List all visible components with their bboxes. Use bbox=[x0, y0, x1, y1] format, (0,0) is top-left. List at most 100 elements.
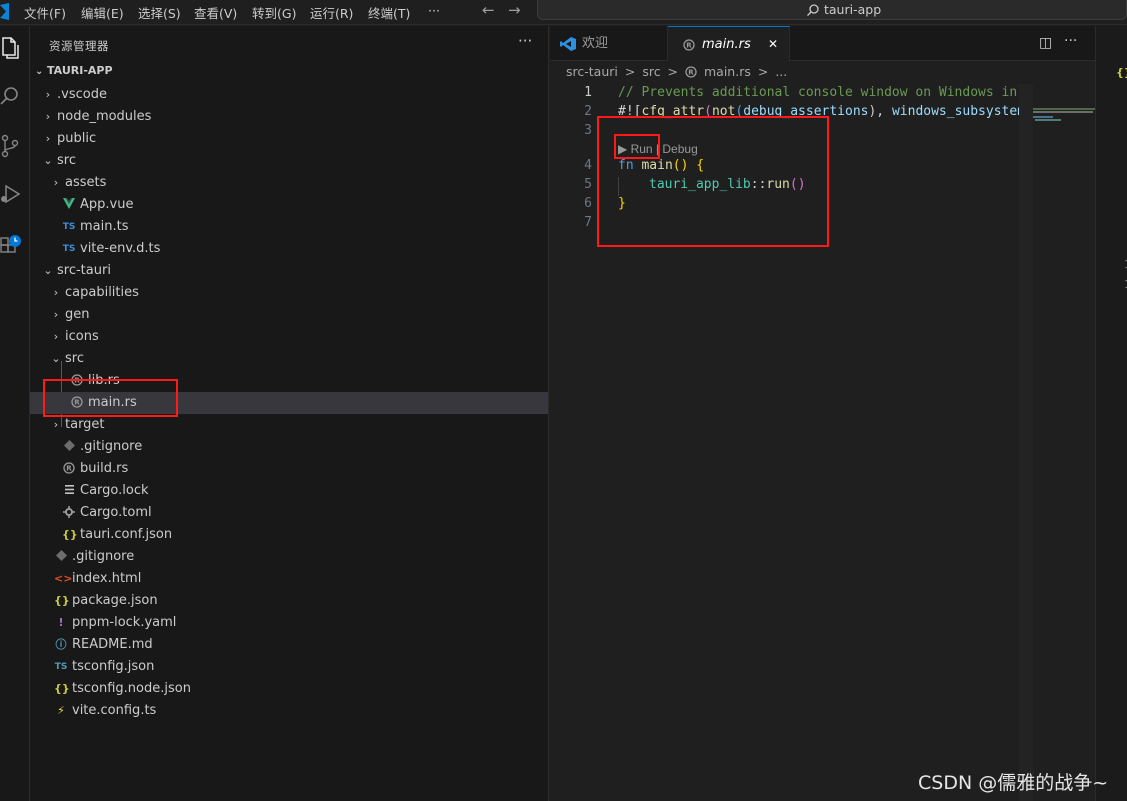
tree-item-label: .vscode bbox=[57, 87, 107, 102]
tree-folder[interactable]: ⌄ src bbox=[30, 150, 548, 172]
menu-go[interactable]: 转到(G) bbox=[252, 3, 296, 22]
annotation-highlight-box bbox=[43, 379, 178, 417]
svg-text:R: R bbox=[686, 42, 692, 50]
back-arrow-icon[interactable]: ← bbox=[482, 1, 495, 19]
breadcrumb: src-tauri > src > R main.rs > ... bbox=[566, 64, 790, 79]
menu-view[interactable]: 查看(V) bbox=[194, 3, 237, 22]
breadcrumb-item-ellipsis[interactable]: ... bbox=[775, 64, 787, 79]
tree-folder[interactable]: › assets bbox=[30, 172, 548, 194]
tree-file[interactable]: ! pnpm-lock.yaml bbox=[30, 612, 548, 634]
tree-file[interactable]: TS vite-env.d.ts bbox=[30, 238, 548, 260]
tree-item-label: build.rs bbox=[80, 461, 129, 476]
tree-folder[interactable]: ⌄ src-tauri bbox=[30, 260, 548, 282]
tab-bar: 欢迎 R main.rs ✕ ◫ ··· bbox=[550, 26, 1127, 61]
menu-file[interactable]: 文件(F) bbox=[24, 3, 66, 22]
tree-file[interactable]: .gitignore bbox=[30, 436, 548, 458]
tree-item-label: tauri.conf.json bbox=[80, 527, 173, 542]
tree-folder[interactable]: › public bbox=[30, 128, 548, 150]
menu-more[interactable]: ··· bbox=[428, 3, 440, 18]
menu-run[interactable]: 运行(R) bbox=[310, 3, 353, 22]
json-file-icon: {} bbox=[62, 528, 78, 541]
close-icon[interactable]: ✕ bbox=[768, 27, 778, 62]
chevron-right-icon: › bbox=[53, 418, 59, 431]
line-number: 5 bbox=[584, 177, 592, 192]
tree-file[interactable]: App.vue bbox=[30, 194, 548, 216]
run-debug-icon[interactable] bbox=[0, 182, 22, 206]
source-control-icon[interactable] bbox=[0, 134, 22, 158]
tree-item-label: package.json bbox=[72, 593, 158, 608]
rust-file-icon: R bbox=[685, 66, 697, 78]
extensions-icon[interactable] bbox=[0, 230, 22, 254]
tab-welcome[interactable]: 欢迎 bbox=[550, 26, 668, 61]
chevron-down-icon: ⌄ bbox=[35, 66, 44, 77]
tree-item-label: Cargo.lock bbox=[80, 483, 149, 498]
line-number: 1 bbox=[584, 85, 592, 100]
tree-file[interactable]: {} tauri.conf.json bbox=[30, 524, 548, 546]
tree-file[interactable]: {} tsconfig.node.json bbox=[30, 678, 548, 700]
line-number: 3 bbox=[584, 123, 592, 138]
explorer-files-icon[interactable] bbox=[0, 36, 22, 60]
workspace-root[interactable]: ⌄ TAURI-APP bbox=[35, 64, 113, 77]
tree-file[interactable]: ⓘ README.md bbox=[30, 634, 548, 656]
chevron-down-icon: ⌄ bbox=[43, 154, 53, 167]
info-file-icon: ⓘ bbox=[55, 638, 67, 651]
tree-item-label: .gitignore bbox=[80, 439, 143, 454]
tree-item-label: node_modules bbox=[57, 109, 152, 124]
command-center[interactable]: tauri-app bbox=[537, 0, 1127, 20]
tree-file[interactable]: TS main.ts bbox=[30, 216, 548, 238]
tree-file[interactable]: Cargo.toml bbox=[30, 502, 548, 524]
tab-main-rs[interactable]: R main.rs ✕ bbox=[668, 26, 790, 61]
annotation-highlight-box bbox=[614, 134, 660, 159]
tree-folder[interactable]: › node_modules bbox=[30, 106, 548, 128]
code-token: windows_subsystem bbox=[891, 104, 1020, 119]
tree-item-label: tsconfig.json bbox=[72, 659, 155, 674]
svg-text:R: R bbox=[66, 465, 72, 473]
ts-file-icon: TS bbox=[62, 222, 76, 232]
tree-file[interactable]: <> index.html bbox=[30, 568, 548, 590]
menu-edit[interactable]: 编辑(E) bbox=[81, 3, 124, 22]
menu-selection[interactable]: 选择(S) bbox=[138, 3, 181, 22]
tree-file[interactable]: Rbuild.rs bbox=[30, 458, 548, 480]
tree-item-label: App.vue bbox=[80, 197, 134, 212]
split-editor-icon[interactable]: ◫ bbox=[1039, 35, 1052, 51]
title-bar: 文件(F) 编辑(E) 选择(S) 查看(V) 转到(G) 运行(R) 终端(T… bbox=[0, 0, 1127, 25]
tree-folder[interactable]: › target bbox=[30, 414, 548, 436]
git-file-icon bbox=[54, 546, 68, 568]
tab-welcome-label: 欢迎 bbox=[582, 36, 609, 51]
tree-folder[interactable]: › gen bbox=[30, 304, 548, 326]
minimap-line bbox=[1033, 108, 1103, 110]
tree-file[interactable]: ⚡ vite.config.ts bbox=[30, 700, 548, 722]
tree-item-label: src bbox=[57, 153, 76, 168]
line-number: 4 bbox=[584, 158, 592, 173]
vscode-logo-icon[interactable] bbox=[0, 3, 9, 20]
breadcrumb-item-src[interactable]: src bbox=[642, 64, 660, 79]
tree-file[interactable]: Cargo.lock bbox=[30, 480, 548, 502]
tree-file[interactable]: .gitignore bbox=[30, 546, 548, 568]
breadcrumb-item-src-tauri[interactable]: src-tauri bbox=[566, 64, 618, 79]
search-icon bbox=[807, 4, 819, 16]
more-actions-icon[interactable]: ··· bbox=[1064, 33, 1077, 49]
line-number: 6 bbox=[584, 196, 592, 211]
html-file-icon: <> bbox=[54, 572, 73, 585]
tree-folder[interactable]: › .vscode bbox=[30, 84, 548, 106]
scrollbar[interactable] bbox=[1019, 84, 1033, 801]
tree-item-label: src bbox=[65, 351, 84, 366]
tree-file[interactable]: TS tsconfig.json bbox=[30, 656, 548, 678]
forward-arrow-icon[interactable]: → bbox=[508, 1, 521, 19]
chevron-right-icon: › bbox=[53, 286, 59, 299]
chevron-right-icon: › bbox=[45, 132, 51, 145]
chevron-right-icon: › bbox=[53, 176, 59, 189]
tree-folder[interactable]: › icons bbox=[30, 326, 548, 348]
tree-item-label: src-tauri bbox=[57, 263, 111, 278]
tree-item-label: icons bbox=[65, 329, 99, 344]
more-actions-icon[interactable]: ··· bbox=[518, 32, 532, 50]
tree-folder[interactable]: › capabilities bbox=[30, 282, 548, 304]
tree-file[interactable]: {} package.json bbox=[30, 590, 548, 612]
tree-folder[interactable]: ⌄ src bbox=[30, 348, 548, 370]
tree-item-label: Cargo.toml bbox=[80, 505, 152, 520]
menu-terminal[interactable]: 终端(T) bbox=[368, 3, 410, 22]
tree-item-label: assets bbox=[65, 175, 107, 190]
search-icon[interactable] bbox=[0, 84, 22, 108]
secondary-panel: {} 1 1 bbox=[1095, 26, 1127, 801]
breadcrumb-item-main-rs[interactable]: main.rs bbox=[704, 64, 751, 79]
